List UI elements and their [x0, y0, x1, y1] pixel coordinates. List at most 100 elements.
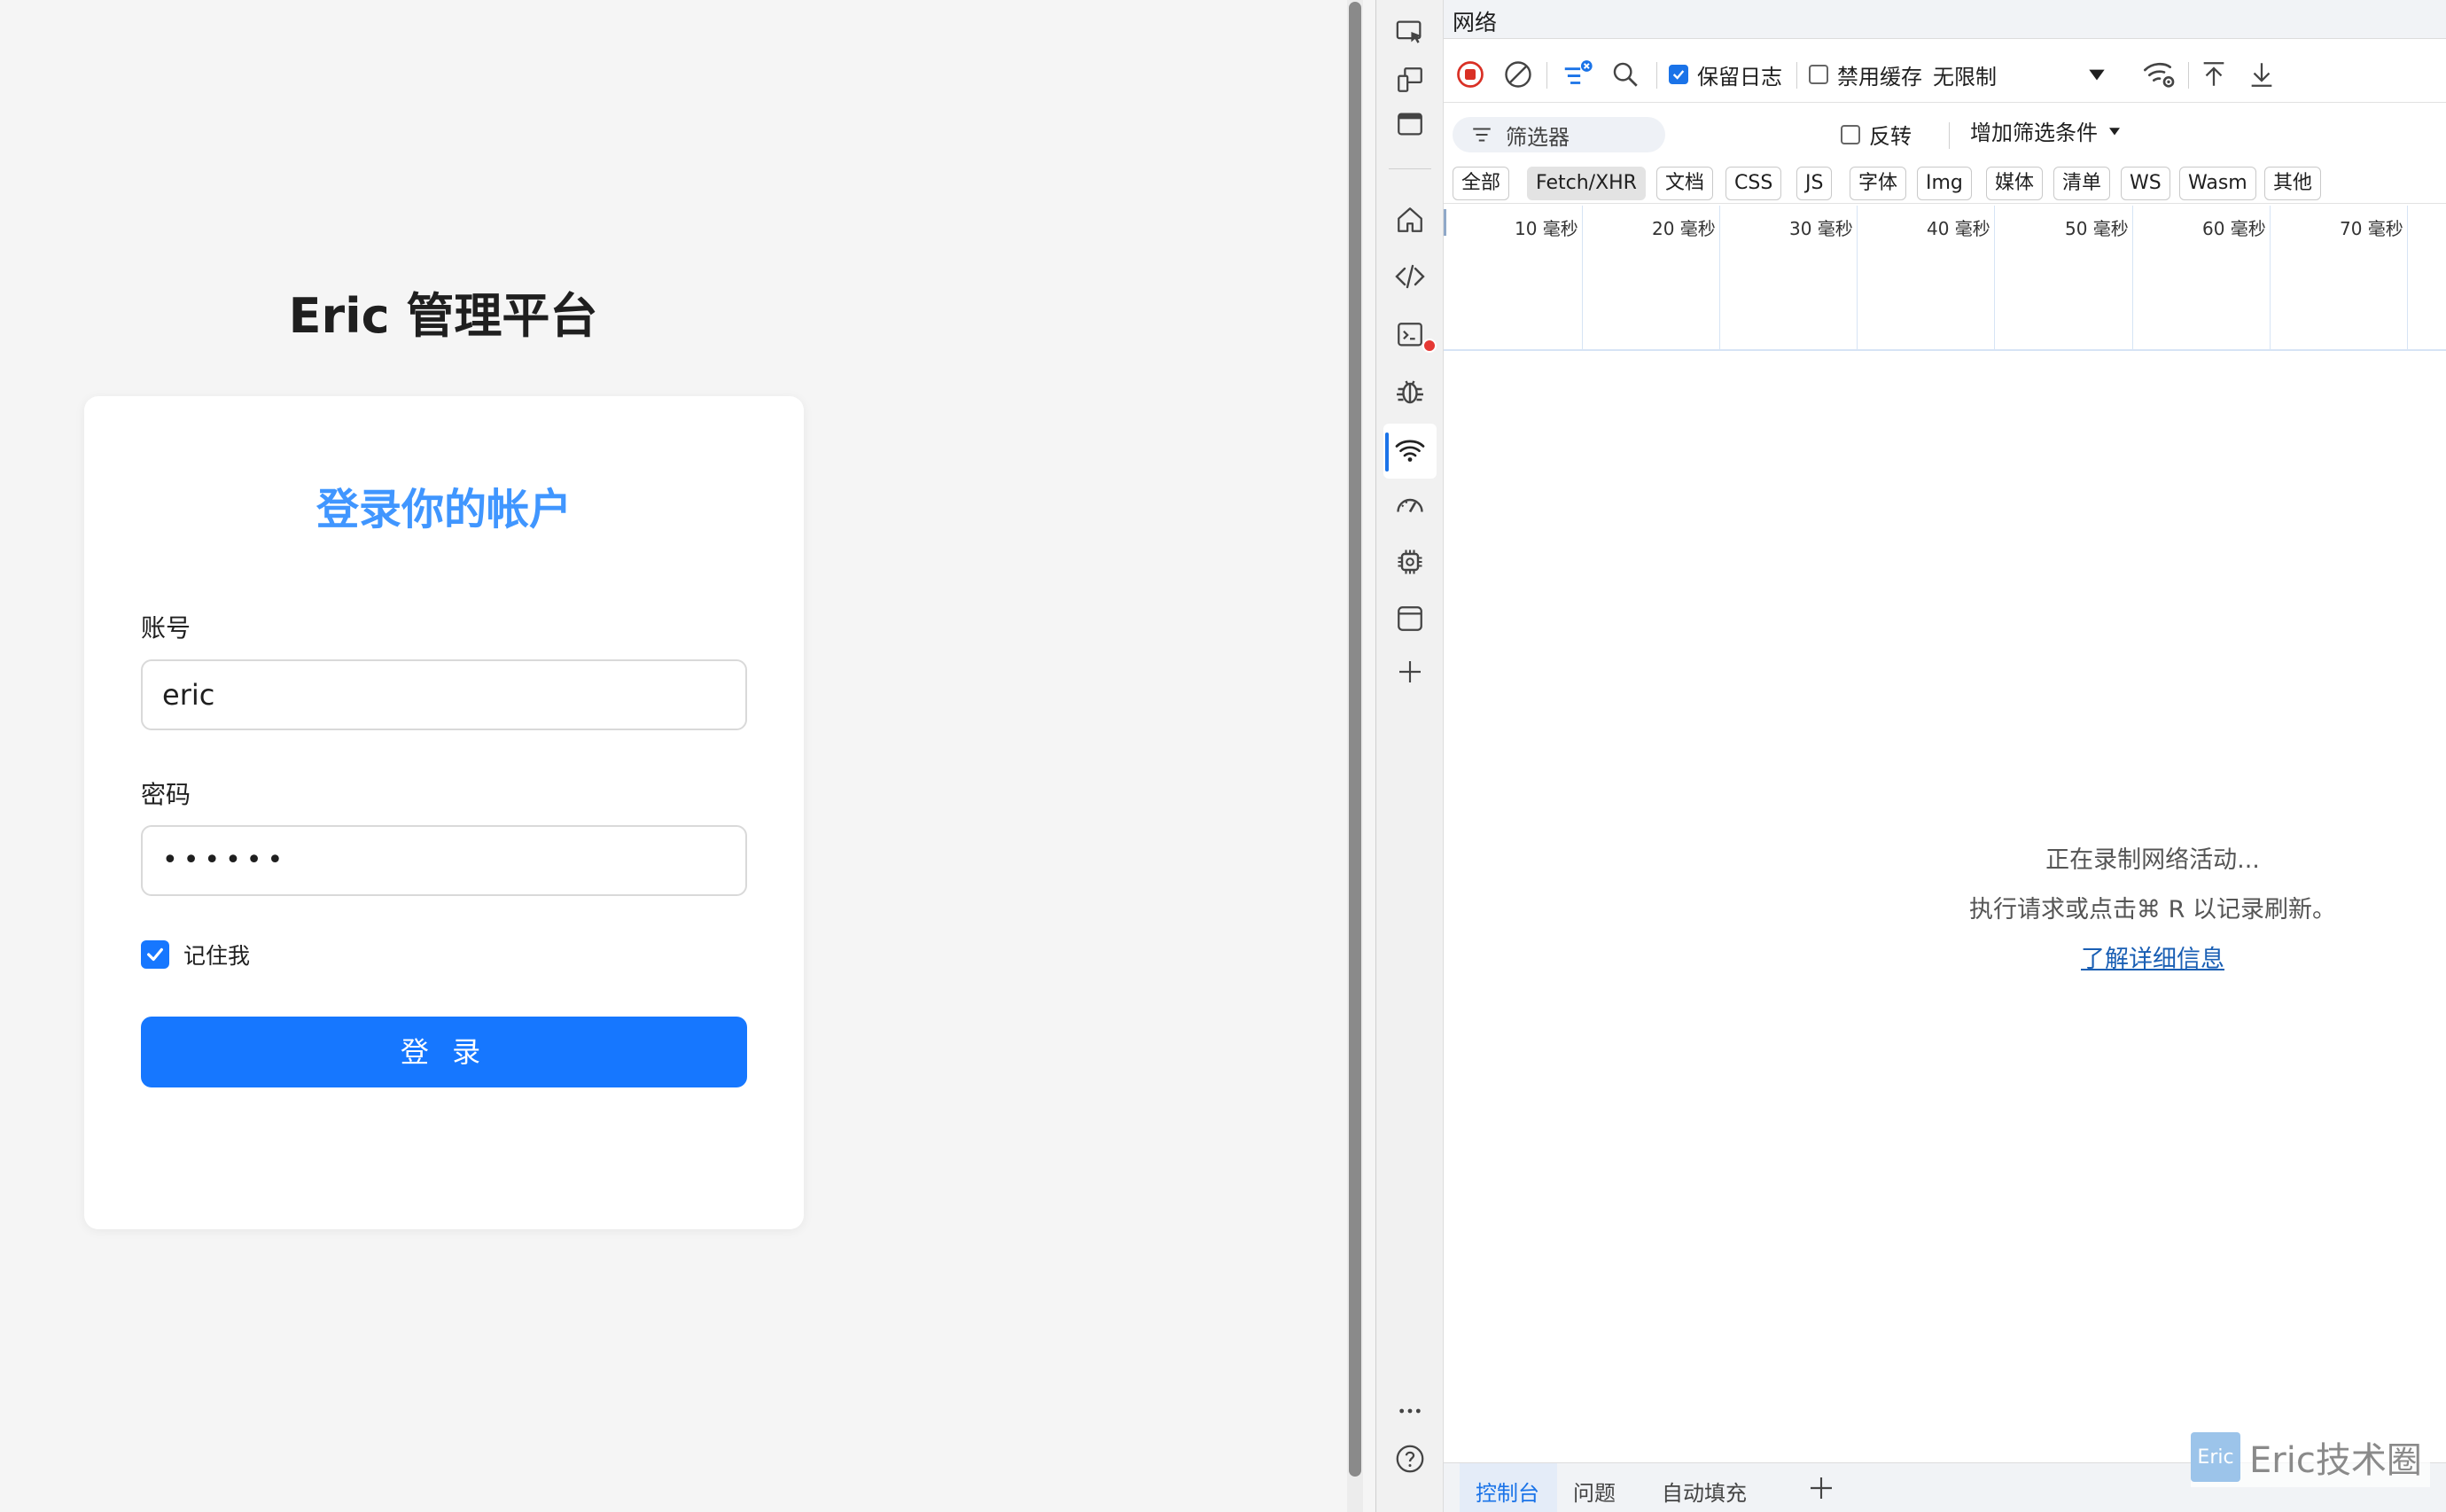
error-badge	[1422, 339, 1437, 353]
timeline-tick-label: 60 毫秒	[2202, 218, 2266, 239]
active-tab-indicator	[1385, 433, 1389, 472]
search-button[interactable]	[1610, 57, 1640, 92]
filter-icon	[1564, 60, 1593, 84]
account-input[interactable]: eric	[141, 659, 747, 730]
filter-toggle-button[interactable]	[1561, 57, 1594, 92]
type-filter-img[interactable]: Img	[1917, 167, 1972, 200]
type-filter-manifest[interactable]: 清单	[2053, 167, 2111, 200]
remember-checkbox[interactable]	[141, 940, 169, 969]
learn-more-link[interactable]: 了解详细信息	[2081, 946, 2224, 973]
export-har-button[interactable]	[2247, 57, 2277, 92]
type-filter-other[interactable]: 其他	[2264, 167, 2322, 200]
empty-state-line1: 正在录制网络活动...	[2045, 846, 2260, 874]
drawer-tab-autofill[interactable]: 自动填充	[1662, 1476, 1747, 1507]
throttling-dropdown[interactable]	[2085, 57, 2108, 92]
inspect-icon[interactable]	[1390, 12, 1429, 51]
remember-me[interactable]: 记住我	[141, 939, 250, 970]
type-filter-js[interactable]: JS	[1796, 167, 1833, 200]
timeline-tick-label: 40 毫秒	[1927, 218, 1990, 239]
login-page: Eric 管理平台 登录你的帐户 账号 eric 密码 •••••• 记住我 登…	[0, 0, 1336, 1512]
timeline-gridline	[2132, 206, 2133, 351]
card-title: 登录你的帐户	[315, 485, 572, 534]
clear-icon	[1505, 61, 1531, 88]
drawer-tab-issues[interactable]: 问题	[1573, 1476, 1616, 1507]
cpu-icon[interactable]	[1390, 542, 1429, 581]
home-icon[interactable]	[1390, 200, 1429, 239]
timeline-tick-label: 20 毫秒	[1652, 218, 1716, 239]
type-filter-css[interactable]: CSS	[1725, 167, 1782, 200]
preserve-log-label: 保留日志	[1697, 64, 1782, 90]
more-filters-label: 增加筛选条件	[1970, 121, 2098, 145]
preserve-log-toggle[interactable]: 保留日志	[1669, 57, 1782, 92]
disable-cache-toggle[interactable]: 禁用缓存	[1809, 57, 1922, 92]
clear-button[interactable]	[1502, 57, 1534, 92]
window-icon[interactable]	[1390, 105, 1429, 144]
sidebar-separator	[1389, 168, 1431, 169]
help-icon[interactable]	[1390, 1439, 1429, 1478]
record-stop-button[interactable]	[1454, 57, 1486, 92]
record-icon	[1457, 61, 1484, 88]
network-settings-icon	[2144, 62, 2175, 88]
type-filter-ws[interactable]: WS	[2121, 167, 2170, 200]
network-conditions-button[interactable]	[2142, 57, 2177, 92]
check-icon	[147, 947, 163, 962]
drawer-tab-console[interactable]: 控制台	[1476, 1476, 1539, 1507]
timeline-gridline	[2270, 206, 2271, 351]
download-icon	[2251, 63, 2272, 87]
watermark-text: Eric技术圈	[2249, 1440, 2422, 1481]
type-filter-media[interactable]: 媒体	[1986, 167, 2044, 200]
add-icon[interactable]	[1390, 652, 1429, 691]
timeline-tick-label: 50 毫秒	[2065, 218, 2129, 239]
filter-bar: 筛选器 反转 增加筛选条件	[1444, 106, 2446, 165]
invert-toggle[interactable]: 反转	[1841, 119, 1912, 150]
timeline-gridline	[1582, 206, 1583, 351]
timeline-gridline	[1857, 206, 1858, 351]
upload-icon	[2203, 62, 2224, 86]
type-filter-all[interactable]: 全部	[1453, 167, 1510, 200]
network-panel: 网络 保留日志 禁用缓存 无限制 筛选器 反转 增加筛选条件 全部 Fetch/…	[1444, 0, 2446, 1512]
add-drawer-tab-button[interactable]	[1807, 1474, 1835, 1506]
application-icon[interactable]	[1390, 599, 1429, 638]
console-icon[interactable]	[1390, 316, 1437, 355]
login-card: 登录你的帐户 账号 eric 密码 •••••• 记住我 登 录	[84, 396, 804, 1229]
caret-down-icon	[2089, 69, 2105, 81]
devtools-sidebar	[1376, 0, 1444, 1512]
timeline-tick-label: 70 毫秒	[2340, 218, 2403, 239]
timeline-gridline	[2407, 206, 2408, 351]
bug-icon[interactable]	[1390, 372, 1429, 411]
import-har-button[interactable]	[2199, 57, 2229, 92]
password-input[interactable]: ••••••	[141, 825, 747, 896]
toolbar-separator	[2188, 62, 2189, 89]
caret-down-icon	[2109, 127, 2120, 135]
toolbar-separator	[1796, 62, 1797, 89]
device-icon[interactable]	[1390, 60, 1429, 99]
performance-icon[interactable]	[1390, 486, 1429, 525]
disable-cache-checkbox[interactable]	[1809, 65, 1828, 84]
throttling-value: 无限制	[1933, 64, 1997, 90]
throttling-select[interactable]: 无限制	[1933, 57, 1997, 92]
login-button[interactable]: 登 录	[141, 1017, 747, 1087]
type-filter-bar: 全部 Fetch/XHR 文档 CSS JS 字体 Img 媒体 清单 WS W…	[1444, 165, 2446, 204]
more-icon[interactable]	[1390, 1391, 1429, 1430]
preserve-log-checkbox[interactable]	[1669, 65, 1688, 84]
type-filter-wasm[interactable]: Wasm	[2179, 167, 2256, 200]
password-label: 密码	[141, 780, 191, 809]
filter-input[interactable]: 筛选器	[1453, 117, 1665, 152]
disable-cache-label: 禁用缓存	[1837, 64, 1922, 90]
type-filter-font[interactable]: 字体	[1850, 167, 1907, 200]
panel-header: 网络	[1444, 0, 2446, 39]
type-filter-doc[interactable]: 文档	[1656, 167, 1714, 200]
code-icon[interactable]	[1390, 257, 1429, 296]
wifi-icon[interactable]	[1390, 431, 1429, 470]
page-scrollbar[interactable]	[1347, 0, 1363, 1512]
invert-checkbox[interactable]	[1841, 124, 1860, 144]
invert-label: 反转	[1869, 124, 1912, 149]
scrollbar-thumb[interactable]	[1349, 2, 1361, 1477]
type-filter-fetch-xhr[interactable]: Fetch/XHR	[1527, 167, 1646, 200]
filter-separator	[1949, 122, 1950, 149]
timeline-tick-label: 10 毫秒	[1515, 218, 1578, 239]
network-overview-timeline[interactable]: 10 毫秒 20 毫秒 30 毫秒 40 毫秒 50 毫秒 60 毫秒 70 毫…	[1444, 206, 2446, 351]
account-label: 账号	[141, 613, 191, 643]
more-filters-dropdown[interactable]: 增加筛选条件	[1970, 115, 2123, 146]
network-toolbar: 保留日志 禁用缓存 无限制	[1444, 46, 2446, 103]
